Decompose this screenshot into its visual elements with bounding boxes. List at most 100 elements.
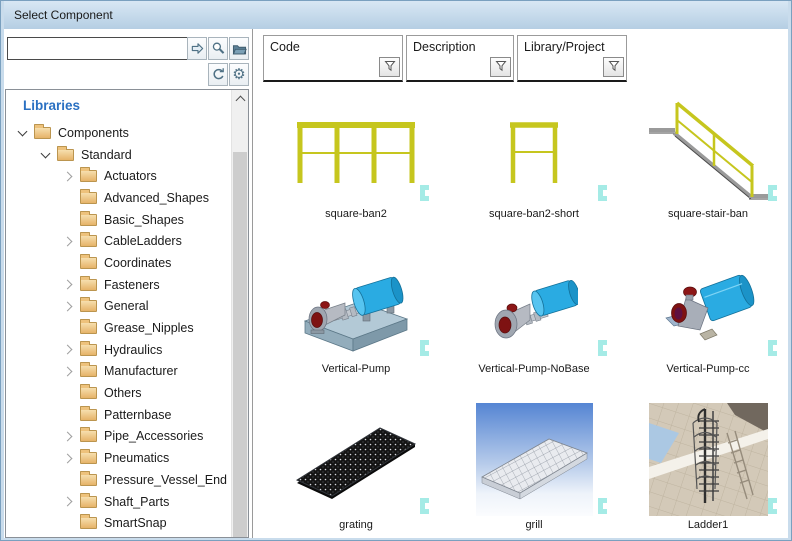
column-header-library-project[interactable]: Library/Project [517, 35, 627, 82]
column-headers: Code Description L [263, 35, 627, 82]
chevron-right-icon[interactable] [60, 428, 77, 444]
tree-item-label: Manufacturer [104, 364, 178, 378]
tree-item-label: Standard [81, 148, 132, 162]
secondary-toolbar: ⚙ [208, 63, 249, 86]
filter-funnel-button[interactable] [603, 57, 624, 77]
tree-item-shaft_parts[interactable]: Shaft_Parts [6, 491, 248, 513]
chevron-right-icon[interactable] [60, 450, 77, 466]
component-c-badge-icon [598, 185, 607, 201]
chevron-down-icon[interactable] [14, 125, 31, 141]
tree-item-smartsnap[interactable]: SmartSnap [6, 512, 248, 534]
component-code: Vertical-Pump [267, 362, 445, 376]
component-thumbnail [445, 99, 623, 207]
tree-item-coordinates[interactable]: Coordinates [6, 252, 248, 274]
component-c-badge-icon [598, 340, 607, 356]
titlebar[interactable]: Select Component [4, 1, 788, 29]
filter-funnel-button[interactable] [379, 57, 400, 77]
tree-item-basic_shapes[interactable]: Basic_Shapes [6, 209, 248, 231]
tree-item-label: Actuators [104, 169, 157, 183]
component-c-badge-icon [598, 498, 607, 514]
folder-icon [34, 127, 51, 139]
tree-item-general[interactable]: General [6, 296, 248, 318]
grid-row: square-ban2 [267, 99, 788, 221]
tree-item-advanced_shapes[interactable]: Advanced_Shapes [6, 187, 248, 209]
folder-icon [80, 344, 97, 356]
component-item-square-ban2-short[interactable]: square-ban2-short [445, 99, 623, 221]
component-c-badge-icon [768, 340, 777, 356]
tree-item-label: Coordinates [104, 256, 171, 270]
scroll-up-button[interactable] [232, 90, 248, 107]
chevron-placeholder [60, 190, 77, 206]
component-item-ladder1[interactable]: Ladder1 [623, 400, 788, 532]
component-item-square-stair-ban[interactable]: square-stair-ban [623, 99, 788, 221]
folder-icon [80, 279, 97, 291]
component-c-badge-icon [768, 185, 777, 201]
tree-item-pipe_accessories[interactable]: Pipe_Accessories [6, 426, 248, 448]
chevron-right-icon[interactable] [60, 277, 77, 293]
tree-item-standard[interactable]: Standard [6, 144, 248, 166]
component-item-vertical-pump-cc[interactable]: Vertical-Pump-cc [623, 261, 788, 376]
libraries-header: Libraries [23, 98, 248, 113]
component-code: Vertical-Pump-NoBase [445, 362, 623, 376]
scrollbar-thumb[interactable] [233, 152, 247, 537]
dialog-body: ⚙ Libraries Components Standard Actuators A… [4, 29, 788, 538]
tree-item-label: Hydraulics [104, 343, 162, 357]
search-toolbar [187, 37, 249, 60]
window-title: Select Component [14, 8, 113, 22]
chevron-right-icon[interactable] [60, 363, 77, 379]
component-thumbnail [445, 261, 623, 362]
filter-funnel-button[interactable] [490, 57, 511, 77]
pump-drawing [490, 272, 578, 352]
folder-icon [80, 430, 97, 442]
chevron-right-icon[interactable] [60, 342, 77, 358]
component-code: square-ban2-short [445, 207, 623, 221]
tree-item-fasteners[interactable]: Fasteners [6, 274, 248, 296]
component-item-square-ban2[interactable]: square-ban2 [267, 99, 445, 221]
component-item-vertical-pump[interactable]: Vertical-Pump [267, 261, 445, 376]
tree-scrollbar[interactable] [231, 90, 248, 537]
settings-button[interactable]: ⚙ [229, 63, 249, 86]
tree-item-label: General [104, 299, 148, 313]
tree-item-cableladders[interactable]: CableLadders [6, 230, 248, 252]
search-button[interactable] [208, 37, 228, 60]
chevron-right-icon[interactable] [60, 298, 77, 314]
chevron-placeholder [60, 472, 77, 488]
chevron-right-icon[interactable] [60, 494, 77, 510]
refresh-button[interactable] [208, 63, 228, 86]
chevron-placeholder [60, 320, 77, 336]
chevron-right-icon[interactable] [60, 233, 77, 249]
tree-item-grease_nipples[interactable]: Grease_Nipples [6, 317, 248, 339]
tree-item-manufacturer[interactable]: Manufacturer [6, 361, 248, 383]
component-item-grating[interactable]: grating [267, 400, 445, 532]
column-header-code[interactable]: Code [263, 35, 403, 82]
component-code: grating [267, 518, 445, 532]
tree-item-pneumatics[interactable]: Pneumatics [6, 447, 248, 469]
folder-icon [80, 474, 97, 486]
go-button[interactable] [187, 37, 207, 60]
folder-icon [80, 496, 97, 508]
gear-icon: ⚙ [232, 67, 245, 82]
open-folder-button[interactable] [229, 37, 249, 60]
tree-item-hydraulics[interactable]: Hydraulics [6, 339, 248, 361]
search-input[interactable] [7, 37, 189, 60]
chevron-down-icon[interactable] [37, 147, 54, 163]
tree-item-pressure_vessel_end[interactable]: Pressure_Vessel_End [6, 469, 248, 491]
column-header-description[interactable]: Description [406, 35, 514, 82]
grill-drawing [476, 403, 593, 516]
component-c-badge-icon [420, 340, 429, 356]
chevron-right-icon[interactable] [60, 168, 77, 184]
tree-item-others[interactable]: Others [6, 382, 248, 404]
folder-icon [80, 365, 97, 377]
chevron-placeholder [60, 515, 77, 531]
folder-icon [80, 409, 97, 421]
tree-item-actuators[interactable]: Actuators [6, 165, 248, 187]
component-item-grill[interactable]: grill [445, 400, 623, 532]
go-arrow-icon [190, 41, 205, 56]
tree-item-components[interactable]: Components [6, 122, 248, 144]
tree-item-label: Pipe_Accessories [104, 429, 203, 443]
tree-item-patternbase[interactable]: Patternbase [6, 404, 248, 426]
sidebar: ⚙ Libraries Components Standard Actuators A… [4, 29, 249, 538]
funnel-icon [384, 60, 396, 75]
component-item-vertical-pump-nobase[interactable]: Vertical-Pump-NoBase [445, 261, 623, 376]
tree-item-label: Advanced_Shapes [104, 191, 209, 205]
